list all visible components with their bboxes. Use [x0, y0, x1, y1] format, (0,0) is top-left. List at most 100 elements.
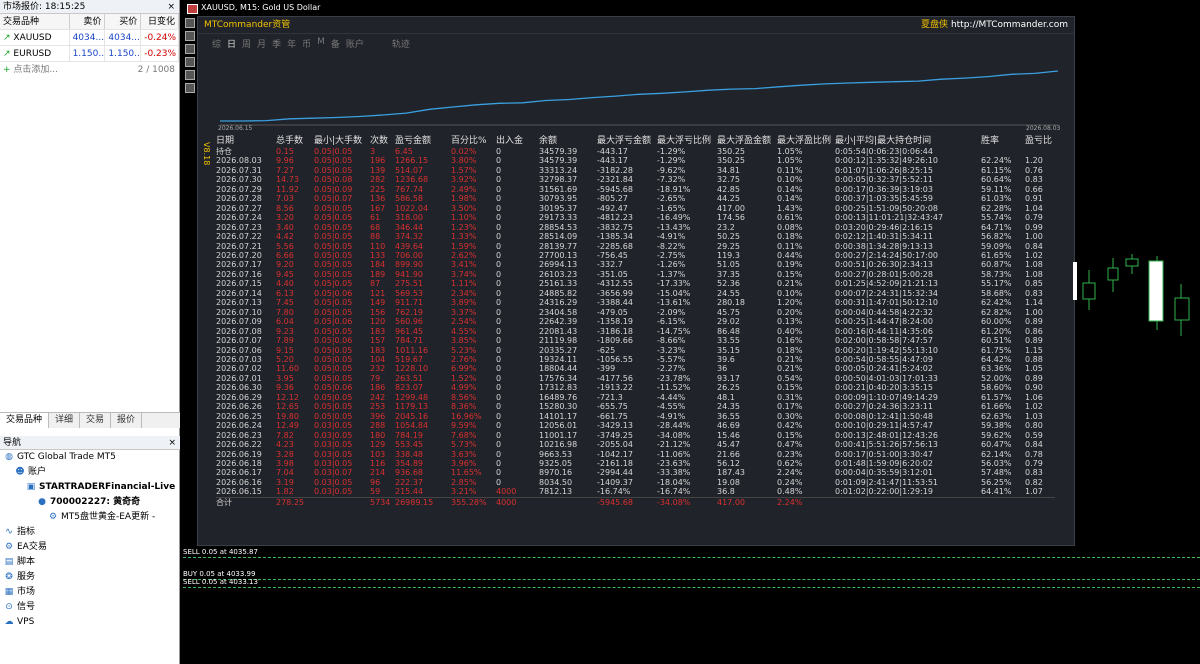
- table-cell: [1025, 147, 1055, 156]
- chart-area[interactable]: XAUUSD, M15: Gold US Dollar MTCommander资…: [183, 0, 1200, 664]
- table-cell: 59.38%: [981, 421, 1012, 431]
- order-line[interactable]: [183, 557, 1200, 558]
- navigator-item[interactable]: ▣ STARTRADERFinancial-Live: [0, 480, 180, 495]
- column-header[interactable]: 日期: [216, 136, 276, 147]
- table-cell: 7812.13: [539, 487, 573, 497]
- table-cell: 7.27: [276, 165, 294, 175]
- table-cell: 3.80%: [451, 156, 477, 166]
- tool-icon[interactable]: [185, 83, 195, 93]
- table-cell: -21.12%: [657, 440, 691, 450]
- table-cell: 4.55%: [451, 326, 477, 336]
- tool-icon[interactable]: [185, 31, 195, 41]
- column-header[interactable]: 出入金: [496, 136, 539, 147]
- add-symbol-row[interactable]: + 点击添加... 2 / 1008: [0, 62, 179, 78]
- column-header[interactable]: 最大浮亏金额: [597, 136, 657, 147]
- column-header[interactable]: 胜率: [981, 136, 1025, 147]
- service-icon: ❂: [5, 572, 13, 582]
- navigator-item[interactable]: ∿ 指标: [0, 525, 180, 540]
- column-header[interactable]: 最大浮盈金额: [717, 136, 777, 147]
- table-cell: 0.83: [1025, 175, 1043, 185]
- total-cell: [835, 496, 981, 508]
- tool-icon[interactable]: [185, 18, 195, 28]
- column-header[interactable]: 余额: [539, 136, 597, 147]
- navigator-item[interactable]: ⚙ EA交易: [0, 540, 180, 555]
- table-cell: 0: [496, 250, 502, 260]
- table-cell: 0: [496, 298, 502, 308]
- table-cell: 52.36: [717, 279, 740, 289]
- navigator-item[interactable]: ⊙ 信号: [0, 600, 180, 615]
- column-header[interactable]: 盈亏比: [1025, 136, 1055, 147]
- table-cell: 0:00:12|1:35:32|49:26:10: [835, 156, 938, 166]
- col-change[interactable]: 日变化: [141, 14, 179, 29]
- symbol-count: 2 / 1008: [137, 65, 175, 75]
- total-cell: [539, 496, 597, 508]
- table-cell: -3.23%: [657, 345, 686, 355]
- table-cell: 36: [717, 364, 728, 374]
- table-cell: 59.11%: [981, 184, 1012, 194]
- navigator-item[interactable]: ▤ 脚本: [0, 555, 180, 570]
- col-ask[interactable]: 买价: [105, 14, 142, 29]
- column-header[interactable]: 次数: [370, 136, 395, 147]
- navigator-item[interactable]: ❂ 服务: [0, 570, 180, 585]
- navigator-item[interactable]: ☁ VPS: [0, 615, 180, 630]
- table-row: 2026.06.15 1.82 0.03|0.05 59 215.44 3.21% 4000…: [216, 487, 1055, 497]
- column-header[interactable]: 百分比%: [451, 136, 496, 147]
- table-cell: 7.04: [276, 468, 294, 478]
- table-cell: 0:00:25|1:51:09|50:20:08: [835, 203, 938, 213]
- market-watch-row[interactable]: ↗ EURUSD 1.150... 1.150... -0.23%: [0, 46, 179, 62]
- version-label: V8.18: [202, 142, 211, 166]
- table-cell: 2026.06.18: [216, 458, 262, 468]
- table-cell: 784.71: [395, 336, 423, 346]
- navigator-item[interactable]: ☻ 账户: [0, 465, 180, 480]
- table-cell: 1.98%: [451, 194, 477, 204]
- navigator-item[interactable]: ⚙ MT5盘世黄金-EA更新 -: [0, 510, 180, 525]
- table-cell: 3.37%: [451, 307, 477, 317]
- navigator-item[interactable]: ▦ 市场: [0, 585, 180, 600]
- total-cell: 2.24%: [777, 496, 835, 508]
- close-icon[interactable]: ×: [168, 436, 176, 450]
- table-cell: 22642.39: [539, 317, 578, 327]
- tab-symbols[interactable]: 交易品种: [0, 413, 50, 428]
- navigator-item[interactable]: ◍ GTC Global Trade MT5: [0, 450, 180, 465]
- total-cell: 合计: [216, 496, 276, 508]
- column-header[interactable]: 最小|大手数: [314, 136, 370, 147]
- table-cell: -7.32%: [657, 175, 686, 185]
- order-line[interactable]: [183, 579, 1200, 580]
- table-cell: 263.51: [395, 373, 423, 383]
- col-bid[interactable]: 卖价: [69, 14, 106, 29]
- table-cell: 56.82%: [981, 232, 1012, 242]
- column-header[interactable]: 盈亏金额: [395, 136, 451, 147]
- table-cell: 0.05|0.05: [314, 279, 353, 289]
- close-icon[interactable]: ×: [167, 0, 175, 14]
- tool-icon[interactable]: [185, 57, 195, 67]
- market-watch-row[interactable]: ↗ XAUUSD 4034... 4034... -0.24%: [0, 30, 179, 46]
- col-symbol[interactable]: 交易品种: [0, 14, 70, 29]
- tool-icon[interactable]: [185, 44, 195, 54]
- order-line[interactable]: [183, 587, 1200, 588]
- tab-details[interactable]: 详细: [49, 413, 81, 428]
- table-cell: 7.03: [276, 194, 294, 204]
- navigator-item[interactable]: ● 700002227: 黄奇奇: [0, 495, 180, 510]
- signal-icon: ⊙: [5, 602, 13, 612]
- column-header[interactable]: 最大浮亏比例: [657, 136, 717, 147]
- table-cell: 183: [370, 326, 386, 336]
- tool-icon[interactable]: [185, 70, 195, 80]
- table-cell: 26103.23: [539, 269, 578, 279]
- table-cell: 58.73%: [981, 269, 1012, 279]
- column-header[interactable]: 最小|平均|最大持仓时间: [835, 136, 981, 147]
- table-cell: 2026.06.23: [216, 430, 262, 440]
- table-cell: 0:00:10|0:29:11|4:57:47: [835, 421, 933, 431]
- table-cell: -11.52%: [657, 383, 691, 393]
- table-cell: 3.21%: [451, 487, 477, 497]
- column-header[interactable]: 最大浮盈比例: [777, 136, 835, 147]
- tab-trading[interactable]: 交易: [80, 413, 112, 428]
- tab-ticks[interactable]: 报价: [111, 413, 143, 428]
- total-cell: 355.28%: [451, 496, 496, 508]
- total-cell: 4000: [496, 496, 539, 508]
- column-header[interactable]: 总手数: [276, 136, 314, 147]
- mtc-url[interactable]: http://MTCommander.com: [951, 20, 1068, 30]
- table-cell: 0: [496, 222, 502, 232]
- table-cell: 186: [370, 383, 386, 393]
- table-cell: 0: [496, 411, 502, 421]
- table-cell: 0: [496, 383, 502, 393]
